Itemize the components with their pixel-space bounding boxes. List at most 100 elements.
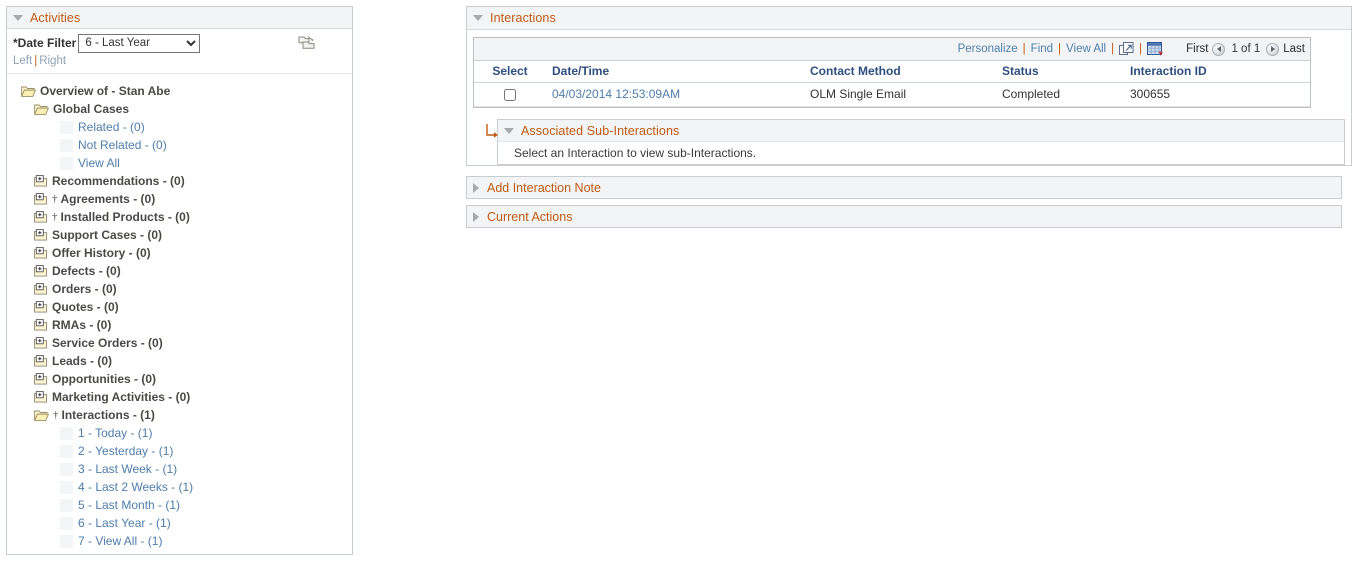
row-status-cell: Completed <box>996 82 1124 107</box>
triangle-down-icon[interactable] <box>13 14 23 21</box>
tree-indent-spacer <box>60 156 73 170</box>
find-link[interactable]: Find <box>1031 43 1053 55</box>
folder-plus-icon[interactable] <box>34 210 48 224</box>
tree-item-label[interactable]: View All <box>78 156 120 170</box>
folder-plus-icon[interactable] <box>34 318 48 332</box>
activities-panel-header[interactable]: Activities <box>7 7 352 29</box>
grid-pagination: First 1 of 1 Last <box>1186 42 1305 56</box>
dagger-icon: † <box>53 409 59 421</box>
tree-item[interactable]: Recommendations - (0) <box>7 172 352 190</box>
folder-plus-icon[interactable] <box>34 192 48 206</box>
tree-item[interactable]: RMAs - (0) <box>7 316 352 334</box>
tree-item-label: Offer History - (0) <box>52 246 151 260</box>
tree-item[interactable]: Leads - (0) <box>7 352 352 370</box>
tree-item-label[interactable]: 6 - Last Year - (1) <box>78 516 171 530</box>
folder-open-icon[interactable] <box>34 409 49 422</box>
folder-plus-icon <box>34 264 48 277</box>
folder-plus-icon[interactable] <box>34 354 48 368</box>
folder-open-icon[interactable] <box>34 103 49 116</box>
tree-item[interactable]: Defects - (0) <box>7 262 352 280</box>
triangle-right-icon[interactable] <box>473 211 479 222</box>
tree-item[interactable]: † Agreements - (0) <box>7 190 352 208</box>
tree-item[interactable]: Marketing Activities - (0) <box>7 388 352 406</box>
view-all-link[interactable]: View All <box>1066 43 1106 55</box>
row-contact-method-cell: OLM Single Email <box>804 82 996 107</box>
align-right-link[interactable]: Right <box>39 55 66 67</box>
tree-item[interactable]: View All <box>7 154 352 172</box>
folder-plus-icon[interactable] <box>34 300 48 314</box>
collapse-folders-icon[interactable] <box>297 34 317 52</box>
tree-item[interactable]: 4 - Last 2 Weeks - (1) <box>7 478 352 496</box>
tree-item[interactable]: † Interactions - (1) <box>7 406 352 424</box>
tree-item[interactable]: Global Cases <box>7 100 352 118</box>
folder-plus-icon[interactable] <box>34 372 48 386</box>
tree-item[interactable]: Related - (0) <box>7 118 352 136</box>
folder-plus-icon[interactable] <box>34 282 48 296</box>
tree-item[interactable]: 3 - Last Week - (1) <box>7 460 352 478</box>
tree-item[interactable]: 7 - View All - (1) <box>7 532 352 550</box>
interactions-panel-header[interactable]: Interactions <box>467 7 1351 30</box>
date-filter-select[interactable]: 1 - Today2 - Yesterday3 - Last Week4 - L… <box>78 33 201 53</box>
folder-plus-icon <box>34 210 48 223</box>
tree-item[interactable]: Not Related - (0) <box>7 136 352 154</box>
download-spreadsheet-icon[interactable] <box>1147 41 1164 57</box>
tree-item[interactable]: Support Cases - (0) <box>7 226 352 244</box>
align-left-link[interactable]: Left <box>13 55 32 67</box>
folder-plus-icon[interactable] <box>34 390 48 404</box>
add-interaction-note-title: Add Interaction Note <box>487 180 601 195</box>
tree-item[interactable]: Service Orders - (0) <box>7 334 352 352</box>
triangle-right-icon[interactable] <box>473 182 479 193</box>
column-contact-method: Contact Method <box>804 61 996 83</box>
tree-item[interactable]: 2 - Yesterday - (1) <box>7 442 352 460</box>
folder-plus-icon[interactable] <box>34 246 48 260</box>
tree-item-label[interactable]: 4 - Last 2 Weeks - (1) <box>78 480 193 494</box>
folder-open-icon <box>34 410 49 421</box>
toolbar-separator: | <box>1139 43 1143 55</box>
tree-item[interactable]: 1 - Today - (1) <box>7 424 352 442</box>
folder-plus-icon[interactable] <box>34 264 48 278</box>
tree-item-label[interactable]: 7 - View All - (1) <box>78 534 162 548</box>
tree-item-label: Overview of - Stan Abe <box>40 84 171 98</box>
datetime-link[interactable]: 04/03/2014 12:53:09AM <box>552 87 680 101</box>
column-select: Select <box>474 61 546 83</box>
tree-item-label[interactable]: 1 - Today - (1) <box>78 426 152 440</box>
folder-open-icon <box>34 104 49 115</box>
last-label[interactable]: Last <box>1283 43 1305 55</box>
activities-panel: Activities *Date Filter 1 - Today2 - Yes… <box>6 6 353 555</box>
interactions-grid: Personalize | Find | View All | | First … <box>473 37 1311 108</box>
tree-item[interactable]: 6 - Last Year - (1) <box>7 514 352 532</box>
expand-window-icon[interactable] <box>1119 42 1134 56</box>
personalize-link[interactable]: Personalize <box>958 43 1018 55</box>
triangle-down-icon[interactable] <box>473 15 483 21</box>
tree-item[interactable]: 5 - Last Month - (1) <box>7 496 352 514</box>
folder-plus-icon[interactable] <box>34 336 48 350</box>
tree-item[interactable]: † Installed Products - (0) <box>7 208 352 226</box>
row-select-checkbox[interactable] <box>504 88 516 101</box>
interactions-panel: Interactions Personalize | Find | View A… <box>466 6 1352 166</box>
tree-item-label[interactable]: Related - (0) <box>78 120 145 134</box>
triangle-down-icon[interactable] <box>504 127 514 134</box>
tree-item[interactable]: Opportunities - (0) <box>7 370 352 388</box>
column-status: Status <box>996 61 1124 83</box>
tree-item[interactable]: Quotes - (0) <box>7 298 352 316</box>
tree-item-label[interactable]: Not Related - (0) <box>78 138 167 152</box>
folder-plus-icon[interactable] <box>34 228 48 242</box>
tree-item[interactable]: Overview of - Stan Abe <box>7 82 352 100</box>
sub-interactions-header[interactable]: Associated Sub-Interactions <box>498 120 1344 142</box>
prev-arrow-icon[interactable] <box>1212 42 1226 56</box>
tree-item-label[interactable]: 5 - Last Month - (1) <box>78 498 180 512</box>
tree-item-label: Leads - (0) <box>52 354 113 368</box>
folder-plus-icon[interactable] <box>34 174 48 188</box>
tree-item-label: Quotes - (0) <box>52 300 119 314</box>
next-arrow-icon[interactable] <box>1266 42 1280 56</box>
tree-item-label[interactable]: 2 - Yesterday - (1) <box>78 444 173 458</box>
add-interaction-note-section[interactable]: Add Interaction Note <box>466 176 1342 199</box>
folder-plus-icon <box>34 228 48 241</box>
folder-open-icon[interactable] <box>21 85 36 98</box>
row-datetime-cell: 04/03/2014 12:53:09AM <box>546 82 804 107</box>
tree-item[interactable]: Offer History - (0) <box>7 244 352 262</box>
tree-item-label[interactable]: 3 - Last Week - (1) <box>78 462 177 476</box>
tree-item[interactable]: Orders - (0) <box>7 280 352 298</box>
first-label[interactable]: First <box>1186 43 1208 55</box>
current-actions-section[interactable]: Current Actions <box>466 205 1342 228</box>
